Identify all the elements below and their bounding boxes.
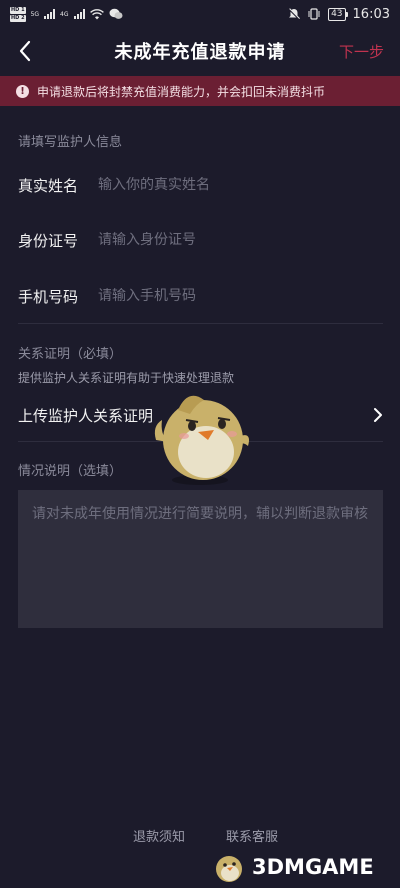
name-field-label: 真实姓名 (18, 176, 79, 195)
guardian-section-label: 请填写监护人信息 (18, 135, 123, 150)
warning-banner: ! 申请退款后将封禁充值消费能力，并会扣回未消费抖币 (0, 76, 400, 106)
phone-field-row: 手机号码 (18, 281, 383, 311)
watermark-text: 3DMGAME (252, 855, 374, 879)
mascot-bird-icon (154, 395, 249, 485)
relation-section-label: 关系证明（必填） (18, 347, 123, 362)
situation-section-label: 情况说明（选填） (18, 464, 123, 479)
sim-indicators: HD 1 HD 2 (10, 6, 26, 22)
wifi-icon (89, 8, 104, 19)
nav-bar: 未成年充值退款申请 下一步 (0, 28, 400, 74)
mute-icon (288, 8, 301, 20)
id-number-input[interactable] (98, 232, 383, 248)
next-step-button[interactable]: 下一步 (339, 41, 384, 62)
exclamation-icon: ! (16, 84, 29, 98)
watermark: 3DMGAME (212, 850, 374, 884)
signal-bars-icon (44, 9, 56, 19)
network-label-2: 4G (60, 10, 69, 18)
signal-bars-2-icon (73, 9, 85, 19)
id-field-label: 身份证号 (18, 231, 79, 250)
sim2-badge: HD 2 (10, 14, 26, 22)
refund-notice-link[interactable]: 退款须知 (133, 826, 185, 845)
contact-support-link[interactable]: 联系客服 (226, 826, 278, 845)
situation-description-textarea[interactable] (18, 490, 383, 628)
watermark-bird-icon (216, 856, 242, 882)
status-right: 43 16:03 (288, 7, 390, 22)
chevron-left-icon (19, 40, 31, 62)
wechat-icon (109, 8, 122, 19)
status-left: HD 1 HD 2 5G 4G (10, 6, 123, 22)
vibrate-icon (308, 8, 320, 20)
section-divider (18, 323, 383, 324)
phone-input[interactable] (98, 288, 383, 304)
chevron-right-icon (374, 408, 382, 422)
battery-icon: 43 (328, 7, 349, 21)
warning-text: 申请退款后将封禁充值消费能力，并会扣回未消费抖币 (37, 84, 326, 99)
network-label-1: 5G (30, 10, 40, 18)
name-input[interactable] (98, 177, 383, 193)
status-time: 16:03 (352, 6, 390, 22)
phone-field-label: 手机号码 (18, 287, 79, 306)
back-button[interactable] (12, 38, 38, 64)
name-field-row: 真实姓名 (18, 170, 383, 200)
sim1-badge: HD 1 (10, 6, 26, 14)
id-field-row: 身份证号 (18, 225, 383, 255)
status-bar: HD 1 HD 2 5G 4G 43 16:03 (0, 0, 400, 28)
upload-relation-proof-label: 上传监护人关系证明 (18, 406, 154, 425)
page-title: 未成年充值退款申请 (114, 42, 286, 63)
